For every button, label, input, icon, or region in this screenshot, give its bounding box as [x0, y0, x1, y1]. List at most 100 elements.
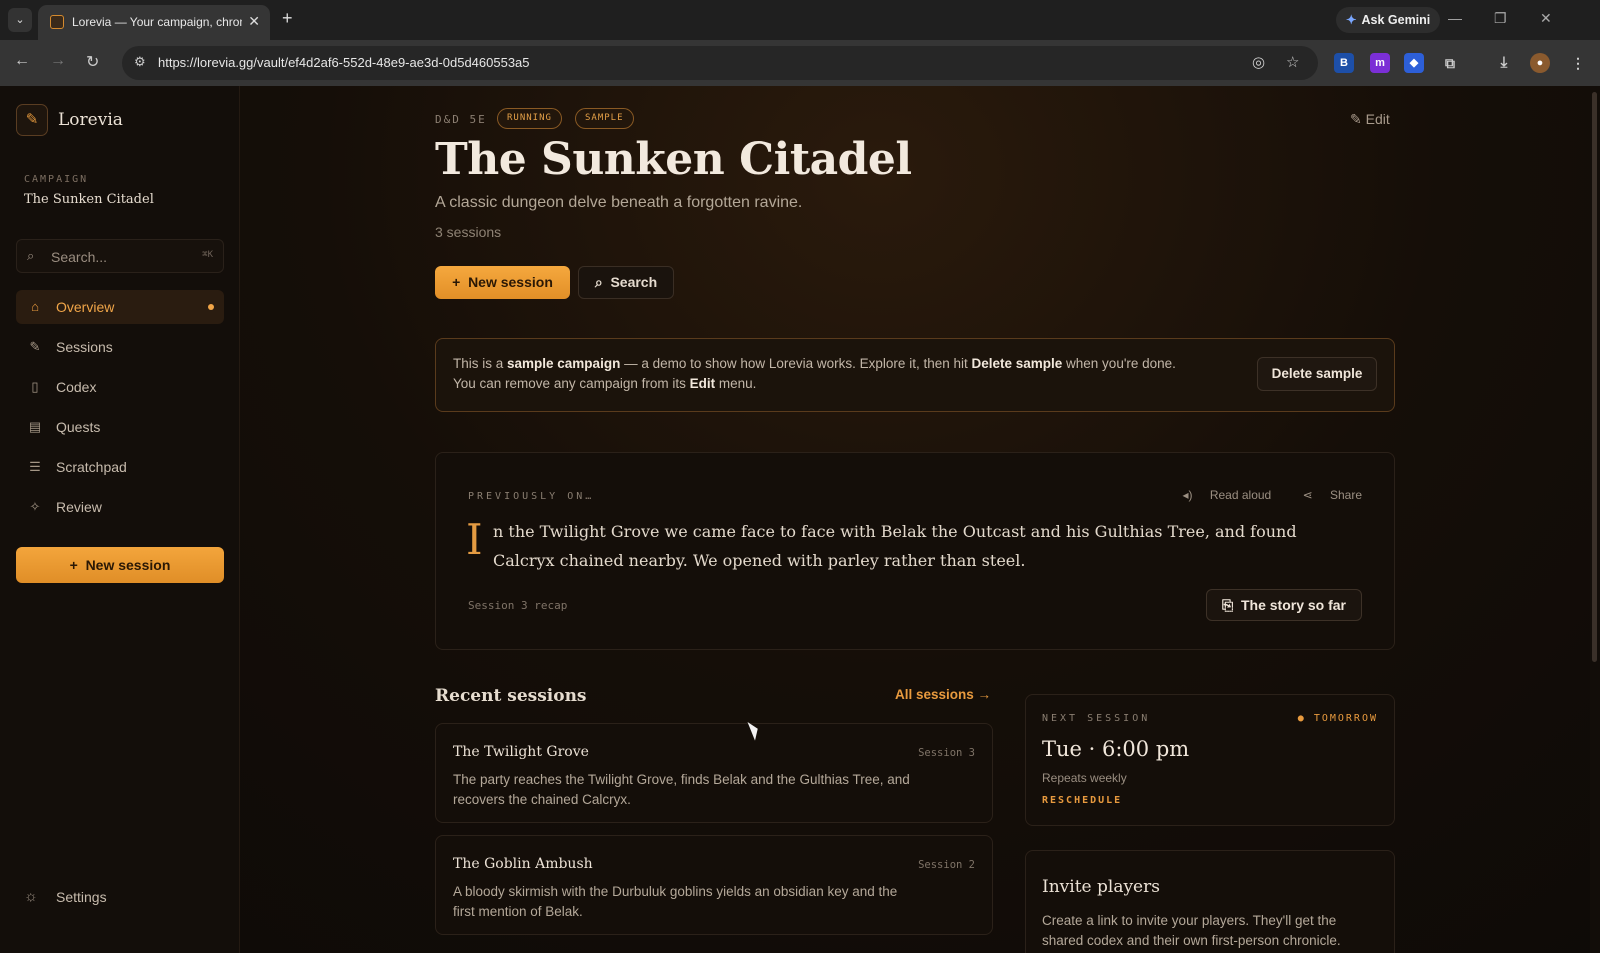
sidebar-item-codex[interactable]: ▯ Codex — [16, 370, 224, 404]
page-subtitle: A classic dungeon delve beneath a forgot… — [435, 194, 803, 211]
app-viewport: ✎ Lorevia CAMPAIGN The Sunken Citadel ⌕ … — [0, 86, 1600, 953]
browser-tab[interactable]: Lorevia — Your campaign, chronicled ✕ — [38, 5, 270, 40]
sparkle-icon: ✧ — [29, 499, 41, 514]
close-window-icon[interactable]: ✕ — [1540, 10, 1552, 27]
scrollbar[interactable] — [1590, 86, 1600, 953]
extension-m-icon[interactable]: m — [1370, 53, 1390, 73]
session-card[interactable]: The Twilight Grove Session 3 The party r… — [435, 723, 993, 823]
profile-avatar[interactable]: ● — [1530, 53, 1550, 73]
close-tab-icon[interactable]: ✕ — [248, 13, 260, 30]
recap-text-line-1: n the Twilight Grove we came face to fac… — [493, 522, 1297, 541]
next-session-card: NEXT SESSION ● TOMORROW Tue · 6:00 pm Re… — [1025, 694, 1395, 826]
extensions-puzzle-icon[interactable]: ⧉ — [1440, 53, 1460, 73]
invite-players-card: Invite players Create a link to invite y… — [1025, 850, 1395, 953]
ask-gemini-button[interactable]: ✦ Ask Gemini — [1336, 7, 1441, 33]
url-text[interactable]: https://lorevia.gg/vault/ef4d2af6-552d-4… — [158, 55, 530, 70]
session-number: Session 2 — [918, 859, 975, 871]
recap-actions: ◂) Read aloud ⋖ Share — [1154, 488, 1362, 502]
session-summary-line-1: A bloody skirmish with the Durbuluk gobl… — [453, 884, 898, 899]
sidebar-item-quests[interactable]: ▤ Quests — [16, 410, 224, 444]
story-so-far-button[interactable]: ⎘ The story so far — [1206, 589, 1362, 621]
restore-icon[interactable]: ❐ — [1494, 10, 1507, 27]
sample-notice: This is a sample campaign — a demo to sh… — [435, 338, 1395, 412]
sidebar-nav: ⌂ Overview ✎ Sessions ▯ Codex ▤ Quests ☰… — [16, 290, 224, 530]
sidebar: ✎ Lorevia CAMPAIGN The Sunken Citadel ⌕ … — [0, 86, 240, 953]
recap-kicker: PREVIOUSLY ON… — [468, 491, 595, 502]
sidebar-item-label: Codex — [56, 379, 97, 395]
notice-line-1: This is a sample campaign — a demo to sh… — [453, 356, 1176, 371]
new-tab-icon[interactable]: + — [282, 8, 293, 29]
sidebar-item-overview[interactable]: ⌂ Overview — [16, 290, 224, 324]
campaign-label: CAMPAIGN — [24, 174, 89, 185]
home-icon: ⌂ — [31, 299, 39, 314]
plus-icon: + — [69, 557, 78, 573]
site-settings-icon[interactable]: ⚙ — [134, 54, 146, 70]
previously-on-card: PREVIOUSLY ON… ◂) Read aloud ⋖ Share I n… — [435, 452, 1395, 650]
invite-text-line-1: Create a link to invite your players. Th… — [1042, 913, 1337, 928]
favicon-icon — [50, 15, 64, 29]
pencil-icon: ✎ — [1350, 111, 1362, 127]
next-session-kicker: NEXT SESSION — [1042, 713, 1151, 724]
settings-label: Settings — [56, 889, 107, 905]
page-title: The Sunken Citadel — [435, 134, 912, 185]
all-sessions-link[interactable]: All sessions → — [895, 687, 991, 702]
back-icon[interactable]: ← — [14, 52, 30, 70]
sidebar-item-label: Overview — [56, 299, 115, 315]
session-title: The Goblin Ambush — [453, 856, 593, 872]
sidebar-item-label: Review — [56, 499, 102, 515]
invite-heading: Invite players — [1042, 877, 1160, 897]
extension-shield-icon[interactable]: ◆ — [1404, 53, 1424, 73]
session-count: 3 sessions — [435, 224, 502, 240]
sidebar-new-session-button[interactable]: + New session — [16, 547, 224, 583]
quill-icon: ✎ — [29, 339, 41, 354]
address-bar[interactable]: ⚙ https://lorevia.gg/vault/ef4d2af6-552d… — [122, 46, 1318, 80]
browser-menu-icon[interactable]: ⋮ — [1568, 53, 1588, 73]
forward-icon[interactable]: → — [50, 52, 66, 70]
search-placeholder: Search... — [51, 249, 108, 265]
session-card[interactable]: The Goblin Ambush Session 2 A bloody ski… — [435, 835, 993, 935]
extension-b-icon[interactable]: B — [1334, 53, 1354, 73]
scrollbar-thumb[interactable] — [1592, 92, 1597, 662]
download-icon[interactable]: ⤓ — [1494, 53, 1514, 73]
minimize-icon[interactable]: — — [1448, 10, 1462, 26]
brand-name: Lorevia — [58, 110, 123, 130]
campaign-name[interactable]: The Sunken Citadel — [24, 192, 154, 207]
invite-text-line-2: shared codex and their own first-person … — [1042, 933, 1341, 948]
share-button[interactable]: ⋖ Share — [1289, 488, 1362, 502]
main-content: D&D 5E RUNNING SAMPLE ✎ Edit The Sunken … — [435, 86, 1395, 953]
sidebar-item-review[interactable]: ✧ Review — [16, 490, 224, 524]
recap-footer: Session 3 recap — [468, 599, 568, 612]
reschedule-link[interactable]: RESCHEDULE — [1042, 795, 1122, 806]
tab-search-icon[interactable]: ⌄ — [8, 8, 32, 32]
new-session-button[interactable]: + New session — [435, 266, 570, 299]
search-button[interactable]: ⌕ Search — [578, 266, 674, 299]
eye-off-icon[interactable]: ◎ — [1252, 53, 1265, 71]
browser-tabstrip: ⌄ Lorevia — Your campaign, chronicled ✕ … — [0, 0, 1600, 40]
session-number: Session 3 — [918, 747, 975, 759]
session-summary-line-2: first mention of Belak. — [453, 904, 583, 919]
book-icon: ▯ — [31, 379, 39, 394]
active-dot — [208, 304, 214, 310]
bookmark-star-icon[interactable]: ☆ — [1286, 53, 1299, 71]
search-shortcut: ⌘K — [202, 250, 213, 260]
sidebar-item-label: Sessions — [56, 339, 113, 355]
sidebar-item-scratchpad[interactable]: ☰ Scratchpad — [16, 450, 224, 484]
scroll-icon: ▤ — [28, 419, 42, 434]
recap-dropcap: I — [466, 515, 483, 564]
next-session-time: Tue · 6:00 pm — [1042, 737, 1190, 761]
quill-logo-icon: ✎ — [16, 104, 48, 136]
tomorrow-badge: ● TOMORROW — [1297, 713, 1378, 724]
notepad-icon: ☰ — [29, 459, 41, 474]
reload-icon[interactable]: ↻ — [86, 52, 99, 72]
search-icon: ⌕ — [27, 248, 35, 263]
sidebar-item-sessions[interactable]: ✎ Sessions — [16, 330, 224, 364]
delete-sample-button[interactable]: Delete sample — [1257, 357, 1377, 391]
edit-button[interactable]: ✎ Edit — [1350, 111, 1390, 128]
sidebar-search-input[interactable]: ⌕ Search... ⌘K — [16, 239, 224, 273]
read-aloud-button[interactable]: ◂) Read aloud — [1168, 488, 1271, 502]
status-badge-running: RUNNING — [497, 108, 562, 129]
notice-line-2: You can remove any campaign from its Edi… — [453, 376, 757, 391]
tab-title: Lorevia — Your campaign, chronicled — [72, 15, 242, 29]
share-icon: ⋖ — [1302, 488, 1313, 502]
status-badge-sample: SAMPLE — [575, 108, 634, 129]
